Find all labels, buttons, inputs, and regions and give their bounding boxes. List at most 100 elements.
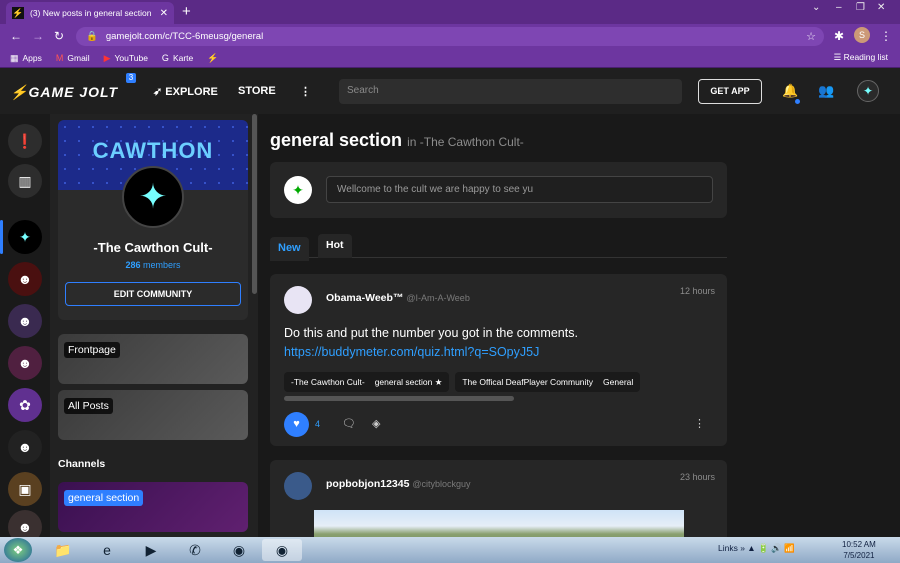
minimize-icon[interactable]: ‒ xyxy=(836,2,842,13)
post-more-icon[interactable]: ⋮ xyxy=(694,417,705,430)
channel-frontpage[interactable]: Frontpage xyxy=(58,334,248,384)
like-count[interactable]: 4 xyxy=(315,419,320,429)
composer-input[interactable]: Wellcome to the cult we are happy to see… xyxy=(326,176,713,203)
post-time: 12 hours xyxy=(679,286,715,296)
profile-avatar[interactable]: S xyxy=(854,27,870,43)
post-actions: ♥ 4 🗨 ◈ ⋮ xyxy=(284,412,714,438)
lock-icon: 🔒 xyxy=(86,31,98,42)
channel-title: general section xyxy=(270,130,403,150)
channel-label: Frontpage xyxy=(64,342,120,358)
tab-hot[interactable]: Hot xyxy=(318,234,352,258)
notification-badge: 3 xyxy=(126,73,136,83)
rail-community[interactable]: ☻ xyxy=(8,430,42,464)
community-name[interactable]: -The Cawthon Cult- xyxy=(58,240,248,255)
notifications-bell-icon[interactable]: 🔔 xyxy=(782,83,798,99)
tray-icons[interactable]: » ▲ 🔋 🔊 📶 xyxy=(740,543,794,553)
comment-icon[interactable]: 🗨 xyxy=(342,417,356,430)
rail-community[interactable]: ☻ xyxy=(8,304,42,338)
forward-icon[interactable]: → xyxy=(32,29,44,43)
explore-link[interactable]: ➶ EXPLORE xyxy=(153,85,218,98)
logo-text: GAME JOLT xyxy=(28,84,119,100)
search-input[interactable]: Search xyxy=(339,79,682,104)
post-author[interactable]: Obama-Weeb™ @I-Am-A-Weeb xyxy=(326,292,470,304)
maximize-icon[interactable]: ❐ xyxy=(856,2,865,13)
explorer-icon[interactable]: 📁 xyxy=(46,539,80,561)
rail-community-cawthon[interactable]: ✦ xyxy=(8,220,42,254)
close-tab-icon[interactable]: ✕ xyxy=(160,8,168,19)
channels-heading: Channels xyxy=(58,458,106,470)
chrome-icon[interactable]: ◉ xyxy=(222,539,256,561)
media-player-icon[interactable]: ▶ xyxy=(134,539,168,561)
post-image[interactable] xyxy=(314,510,684,537)
sidebar-scrollbar[interactable] xyxy=(252,114,257,294)
internet-explorer-icon[interactable]: e xyxy=(90,539,124,561)
rail-selected-indicator xyxy=(0,220,3,254)
tab-new[interactable]: New xyxy=(270,237,309,261)
get-app-button[interactable]: GET APP xyxy=(698,79,762,104)
post-link[interactable]: https://buddymeter.com/quiz.html?q=SOpyJ… xyxy=(284,343,578,362)
browser-tab[interactable]: ⚡ (3) New posts in general section ✕ xyxy=(6,2,174,24)
channel-community[interactable]: in -The Cawthon Cult- xyxy=(407,135,524,149)
sticker-icon[interactable]: ◈ xyxy=(372,417,380,430)
author-name: popbobjon12345 xyxy=(326,478,410,490)
gamejolt-topbar: ⚡GAME JOLT 3 ➶ EXPLORE STORE ⋮ Search GE… xyxy=(0,68,900,114)
post-author-avatar[interactable] xyxy=(284,286,312,314)
extensions-icon[interactable]: ✱ xyxy=(834,29,844,43)
post-card[interactable]: Obama-Weeb™ @I-Am-A-Weeb 12 hours Do thi… xyxy=(270,274,727,446)
post-body: Do this and put the number you got in th… xyxy=(284,324,578,362)
bookmark-apps[interactable]: ▦ Apps xyxy=(10,53,42,64)
browser-menu-icon[interactable]: ⋮ xyxy=(880,29,892,43)
apps-grid-icon: ▦ xyxy=(10,52,19,63)
post-card[interactable]: popbobjon12345 @cityblockguy 23 hours xyxy=(270,460,727,537)
rail-community[interactable]: ▣ xyxy=(8,472,42,506)
bookmark-label: Gmail xyxy=(67,53,90,63)
post-community-pills: -The Cawthon Cult-general section ★ The … xyxy=(284,372,724,392)
rail-home-icon[interactable]: ❗ xyxy=(8,124,42,158)
address-bar[interactable]: 🔒 gamejolt.com/c/TCC-6meusg/general ☆ xyxy=(76,27,824,46)
back-icon[interactable]: ← xyxy=(10,29,22,43)
new-tab-button[interactable]: + xyxy=(182,3,191,20)
post-author[interactable]: popbobjon12345 @cityblockguy xyxy=(326,478,471,490)
bookmark-gamejolt[interactable]: ⚡ xyxy=(207,53,218,64)
community-pill[interactable]: -The Cawthon Cult-general section ★ xyxy=(284,372,450,392)
like-heart-icon[interactable]: ♥ xyxy=(284,412,309,437)
chrome-active-window-icon[interactable]: ◉ xyxy=(262,539,302,561)
community-pill[interactable]: The Offical DeafPlayer Community General xyxy=(455,372,641,392)
edit-community-button[interactable]: EDIT COMMUNITY xyxy=(65,282,241,306)
post-author-avatar[interactable] xyxy=(284,472,312,500)
reading-list[interactable]: ☰ Reading list xyxy=(834,52,888,63)
browser-toolbar: ← → ↻ 🔒 gamejolt.com/c/TCC-6meusg/genera… xyxy=(0,24,900,49)
store-link[interactable]: STORE xyxy=(238,85,276,97)
more-menu-icon[interactable]: ⋮ xyxy=(300,85,311,98)
bookmark-karte[interactable]: G Karte xyxy=(162,53,193,63)
gamejolt-logo[interactable]: ⚡GAME JOLT xyxy=(10,84,118,101)
window-close-icon[interactable]: ✕ xyxy=(877,2,885,13)
community-card: CAWTHON ✦ -The Cawthon Cult- 286 members… xyxy=(58,120,248,320)
community-rail: ❗ ▥ ✦ ☻ ☻ ☻ ✿ ☻ ▣ ☻ xyxy=(0,114,50,544)
reload-icon[interactable]: ↻ xyxy=(54,29,64,43)
channel-general-section[interactable]: general section xyxy=(58,482,248,532)
pills-scrollbar[interactable] xyxy=(284,396,514,401)
member-count[interactable]: 286 members xyxy=(58,260,248,270)
rail-community[interactable]: ✿ xyxy=(8,388,42,422)
main-feed: general section in -The Cawthon Cult- ✦ … xyxy=(258,114,885,537)
clock[interactable]: 10:52 AM 7/5/2021 xyxy=(842,539,876,561)
bookmark-gmail[interactable]: M Gmail xyxy=(56,53,90,63)
rail-community[interactable]: ☻ xyxy=(8,262,42,296)
user-avatar[interactable]: ✦ xyxy=(857,80,879,102)
start-button[interactable]: ❖ xyxy=(4,538,32,562)
rail-community[interactable]: ☻ xyxy=(8,346,42,380)
author-handle: @I-Am-A-Weeb xyxy=(406,293,470,303)
channel-label: general section xyxy=(64,490,144,506)
pill-community: The Offical DeafPlayer Community xyxy=(462,377,594,387)
friends-icon[interactable]: 👥 xyxy=(818,83,834,99)
viber-icon[interactable]: ✆ xyxy=(178,539,212,561)
feed-tabs: New Hot xyxy=(270,232,727,261)
links-toolbar[interactable]: Links xyxy=(718,543,738,553)
members-label: members xyxy=(143,260,181,270)
bookmark-youtube[interactable]: ▶ YouTube xyxy=(104,53,148,64)
rail-library-icon[interactable]: ▥ xyxy=(8,164,42,198)
bookmark-star-icon[interactable]: ☆ xyxy=(806,30,816,43)
channel-all-posts[interactable]: All Posts xyxy=(58,390,248,440)
tab-search-icon[interactable]: ⌄ xyxy=(812,2,820,13)
